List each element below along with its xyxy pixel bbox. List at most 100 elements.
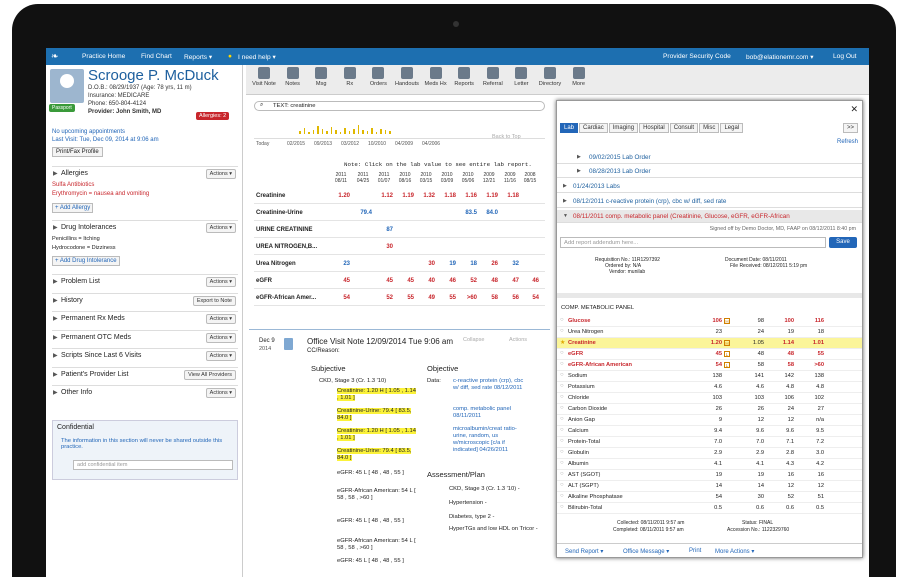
lab-value[interactable]: 1.19 [396,193,414,199]
toolbar-button-letter[interactable]: Letter [507,67,535,87]
radio-icon[interactable]: ○ [560,405,564,411]
lab-value[interactable]: 46 [521,278,539,284]
report-action-3[interactable]: More Actions ▾ [715,548,754,555]
section-action-button[interactable]: Actions ▾ [205,351,236,361]
report-action-0[interactable]: Send Report ▾ [565,548,603,555]
lab-value[interactable]: 30 [417,261,435,267]
tab-imaging[interactable]: Imaging [608,123,639,133]
radio-icon[interactable]: ○ [560,493,564,499]
order-row[interactable]: ▶ 08/12/2011 c-reactive protein (crp), cb… [557,195,862,208]
lab-value[interactable]: 1.18 [501,193,519,199]
lab-value[interactable]: 30 [375,244,393,250]
lab-value[interactable]: 1.18 [438,193,456,199]
tab-consult[interactable]: Consult [669,123,699,133]
radio-icon[interactable]: ○ [560,328,564,334]
add-intolerance-button[interactable]: + Add Drug Intolerance [52,256,120,266]
order-row[interactable]: ▶ 08/28/2013 Lab Order [557,165,862,178]
last-visit-link[interactable]: Last Visit: Tue, Dec 09, 2014 at 9:06 am [52,137,159,143]
section-3[interactable]: ▶ Permanent OTC Meds Actions ▾ [52,329,238,344]
lab-value[interactable]: 79.4 [354,210,372,216]
lab-value[interactable]: 55 [438,295,456,301]
refresh-link[interactable]: Refresh [837,139,858,145]
lab-value[interactable]: 45 [375,278,393,284]
lab-result-row[interactable]: ○ Globulin 2.9 2.9 2.8 3.0 [557,448,862,459]
tab-lab[interactable]: Lab [560,123,579,133]
lab-value[interactable]: 40 [417,278,435,284]
lab-value[interactable]: 45 [396,278,414,284]
security-code-link[interactable]: Provider Security Code [663,53,731,60]
toolbar-button-orders[interactable]: Orders [364,67,392,87]
lab-value[interactable]: 1.20 [332,193,350,199]
collapse-button[interactable]: Collapse [463,337,484,343]
lab-result-row[interactable]: ○ Potassium 4.6 4.6 4.8 4.8 [557,382,862,393]
lab-result-row[interactable]: ○ eGFR 45 L 48 48 55 [557,349,862,360]
help-menu[interactable]: I need help ▾ [238,53,276,61]
intolerances-section[interactable]: ▶ Drug Intolerances Actions ▾ [52,220,238,234]
lab-result-row[interactable]: ○ Chloride 103 103 106 102 [557,393,862,404]
save-button[interactable]: Save [829,237,857,248]
tab-hospital[interactable]: Hospital [639,123,669,133]
lab-value[interactable]: 1.16 [459,193,477,199]
intolerances-actions-button[interactable]: Actions ▾ [205,223,236,233]
lab-value[interactable]: 58 [480,295,498,301]
close-icon[interactable]: ✕ [850,104,858,115]
report-action-2[interactable]: Print [689,548,701,554]
toolbar-button-reports[interactable]: Reports [450,67,478,87]
allergies-actions-button[interactable]: Actions ▾ [205,169,236,179]
logout-link[interactable]: Log Out [833,53,856,60]
toolbar-button-more[interactable]: More [565,67,593,87]
lab-value[interactable]: 84.0 [480,210,498,216]
objective-item[interactable]: microalbumin/creat ratio-urine, random, … [453,426,525,454]
lab-result-row[interactable]: ○ AST (SGOT) 19 19 16 16 [557,470,862,481]
section-action-button[interactable]: View All Providers [184,369,236,380]
radio-icon[interactable]: ○ [560,427,564,433]
section-action-button[interactable]: Actions ▾ [205,314,236,324]
lab-value[interactable]: 54 [521,295,539,301]
lab-value[interactable]: 55 [396,295,414,301]
lab-result-row[interactable]: ○ ALT (SGPT) 14 14 12 12 [557,481,862,492]
radio-icon[interactable]: ○ [560,361,564,367]
radio-icon[interactable]: ○ [560,416,564,422]
add-allergy-button[interactable]: + Add Allergy [52,203,94,213]
lab-result-row[interactable]: ○ Bilirubin-Total 0.5 0.6 0.6 0.5 [557,503,862,514]
order-row[interactable]: ▶ 01/24/2013 Labs [557,180,862,193]
lab-result-row[interactable]: ○ Calcium 9.4 9.6 9.6 9.5 [557,426,862,437]
toolbar-button-rx[interactable]: Rx [336,67,364,87]
search-chip[interactable]: TEXT: creatinine [273,103,316,109]
lab-result-row[interactable]: ○ Carbon Dioxide 26 26 24 27 [557,404,862,415]
lab-value[interactable]: 1.19 [480,193,498,199]
allergies-section[interactable]: ▶ Allergies Actions ▾ [52,166,238,180]
section-0[interactable]: ▶ Problem List Actions ▾ [52,274,238,288]
section-action-button[interactable]: Export to Note [192,295,236,306]
lab-value[interactable]: 32 [501,261,519,267]
lab-value[interactable]: >60 [459,295,477,301]
section-action-button[interactable]: Actions ▾ [205,277,236,287]
lab-result-row[interactable]: ○ Urea Nitrogen 23 24 19 18 [557,327,862,338]
practice-home-link[interactable]: Practice Home [82,53,125,60]
lab-value[interactable]: 26 [480,261,498,267]
section-action-button[interactable]: Actions ▾ [205,332,236,343]
allergies-badge[interactable]: Allergies: 2 [196,112,230,120]
note-actions-button[interactable]: Actions [509,337,527,343]
lab-result-row[interactable]: ○ Anion Gap 9 12 12 n/a [557,415,862,426]
radio-icon[interactable]: ○ [560,504,564,510]
tab-cardiac[interactable]: Cardiac [579,123,608,133]
lab-value[interactable]: 1.12 [375,193,393,199]
objective-item[interactable]: c-reactive protein (crp), cbc w/ diff, s… [453,378,525,392]
toolbar-button-visit-note[interactable]: Visit Note [250,67,278,87]
back-to-top-link[interactable]: Back to Top [492,134,521,140]
radio-icon[interactable]: ○ [560,372,564,378]
toolbar-button-notes[interactable]: Notes [279,67,307,87]
lab-value[interactable]: 18 [459,261,477,267]
lab-result-row[interactable]: ○ Protein-Total 7.0 7.0 7.1 7.2 [557,437,862,448]
lab-value[interactable]: 52 [459,278,477,284]
lab-value[interactable]: 56 [501,295,519,301]
lab-result-row[interactable]: ○ Sodium 138 141 142 138 [557,371,862,382]
addendum-input[interactable]: Add report addendum here... [560,237,826,248]
section-6[interactable]: ▶ Other Info Actions ▾ [52,385,238,399]
lab-value[interactable]: 49 [417,295,435,301]
tab-legal[interactable]: Legal [720,123,744,133]
lab-value[interactable]: 46 [438,278,456,284]
radio-icon[interactable]: ○ [560,394,564,400]
lab-value[interactable]: 1.32 [417,193,435,199]
